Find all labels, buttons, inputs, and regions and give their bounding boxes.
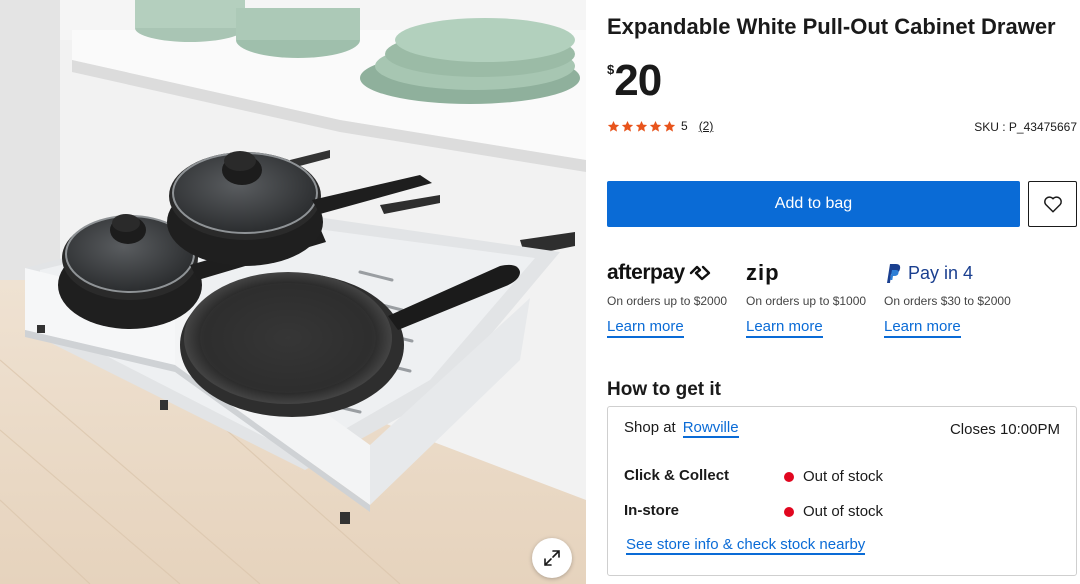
paypal-icon xyxy=(887,264,901,283)
currency-symbol: $ xyxy=(607,62,615,77)
paypal-logo: Pay in 4 xyxy=(884,258,1016,288)
store-name-link[interactable]: Rowville xyxy=(682,419,739,438)
rating-value: 5 xyxy=(681,119,688,133)
payment-paypal: Pay in 4 On orders $30 to $2000 Learn mo… xyxy=(884,258,1016,338)
zip-logo: zip xyxy=(746,258,878,288)
star-rating xyxy=(607,120,676,133)
star-icon xyxy=(621,120,634,132)
sku: SKU : P_43475667 xyxy=(974,120,1077,134)
fulfilment-heading: How to get it xyxy=(607,379,721,400)
wishlist-button[interactable] xyxy=(1028,181,1077,227)
in-store-label: In-store xyxy=(624,502,680,519)
product-photo xyxy=(0,0,586,584)
store-info-link[interactable]: See store info & check stock nearby xyxy=(626,536,866,555)
afterpay-description: On orders up to $2000 xyxy=(607,294,728,308)
out-of-stock-dot-icon xyxy=(784,471,794,482)
expand-icon xyxy=(544,550,560,566)
in-store-status-text: Out of stock xyxy=(803,503,884,520)
payment-zip: zip On orders up to $1000 Learn more xyxy=(746,258,878,338)
add-to-bag-button[interactable]: Add to bag xyxy=(607,181,1020,227)
afterpay-learn-more-link[interactable]: Learn more xyxy=(607,318,684,338)
paypal-learn-more-link[interactable]: Learn more xyxy=(884,318,961,338)
afterpay-logo-text: afterpay xyxy=(607,261,685,284)
shop-at-label: Shop at xyxy=(624,419,676,436)
paypal-logo-text: Pay in 4 xyxy=(908,262,974,283)
rating: 5 (2) xyxy=(607,119,713,133)
star-icon xyxy=(649,120,662,132)
in-store-status: Out of stock xyxy=(784,503,883,520)
click-collect-status: Out of stock xyxy=(784,468,883,485)
star-icon xyxy=(607,120,620,132)
star-icon xyxy=(635,120,648,132)
review-count-link[interactable]: (2) xyxy=(699,119,714,133)
click-collect-label: Click & Collect xyxy=(624,467,730,484)
zip-description: On orders up to $1000 xyxy=(746,294,867,308)
afterpay-arrows-icon xyxy=(689,265,710,281)
zip-logo-text: zip xyxy=(746,260,780,285)
store-closing-time: Closes 10:00PM xyxy=(949,421,1060,438)
star-icon xyxy=(663,120,676,132)
price-amount: 20 xyxy=(614,56,662,105)
zoom-button[interactable] xyxy=(532,538,572,578)
store-availability-box: Shop at Rowville Closes 10:00PM Click & C… xyxy=(607,406,1077,576)
heart-icon xyxy=(1043,196,1062,213)
product-title: Expandable White Pull-Out Cabinet Drawer xyxy=(607,14,1056,39)
click-collect-status-text: Out of stock xyxy=(803,468,884,485)
shop-at: Shop at Rowville xyxy=(624,419,739,438)
zip-learn-more-link[interactable]: Learn more xyxy=(746,318,823,338)
price: $ 20 xyxy=(607,56,662,105)
afterpay-logo: afterpay xyxy=(607,258,739,288)
payment-afterpay: afterpay On orders up to $2000 Learn mor… xyxy=(607,258,739,338)
product-image xyxy=(0,0,586,584)
out-of-stock-dot-icon xyxy=(784,506,794,517)
paypal-description: On orders $30 to $2000 xyxy=(884,294,1011,308)
